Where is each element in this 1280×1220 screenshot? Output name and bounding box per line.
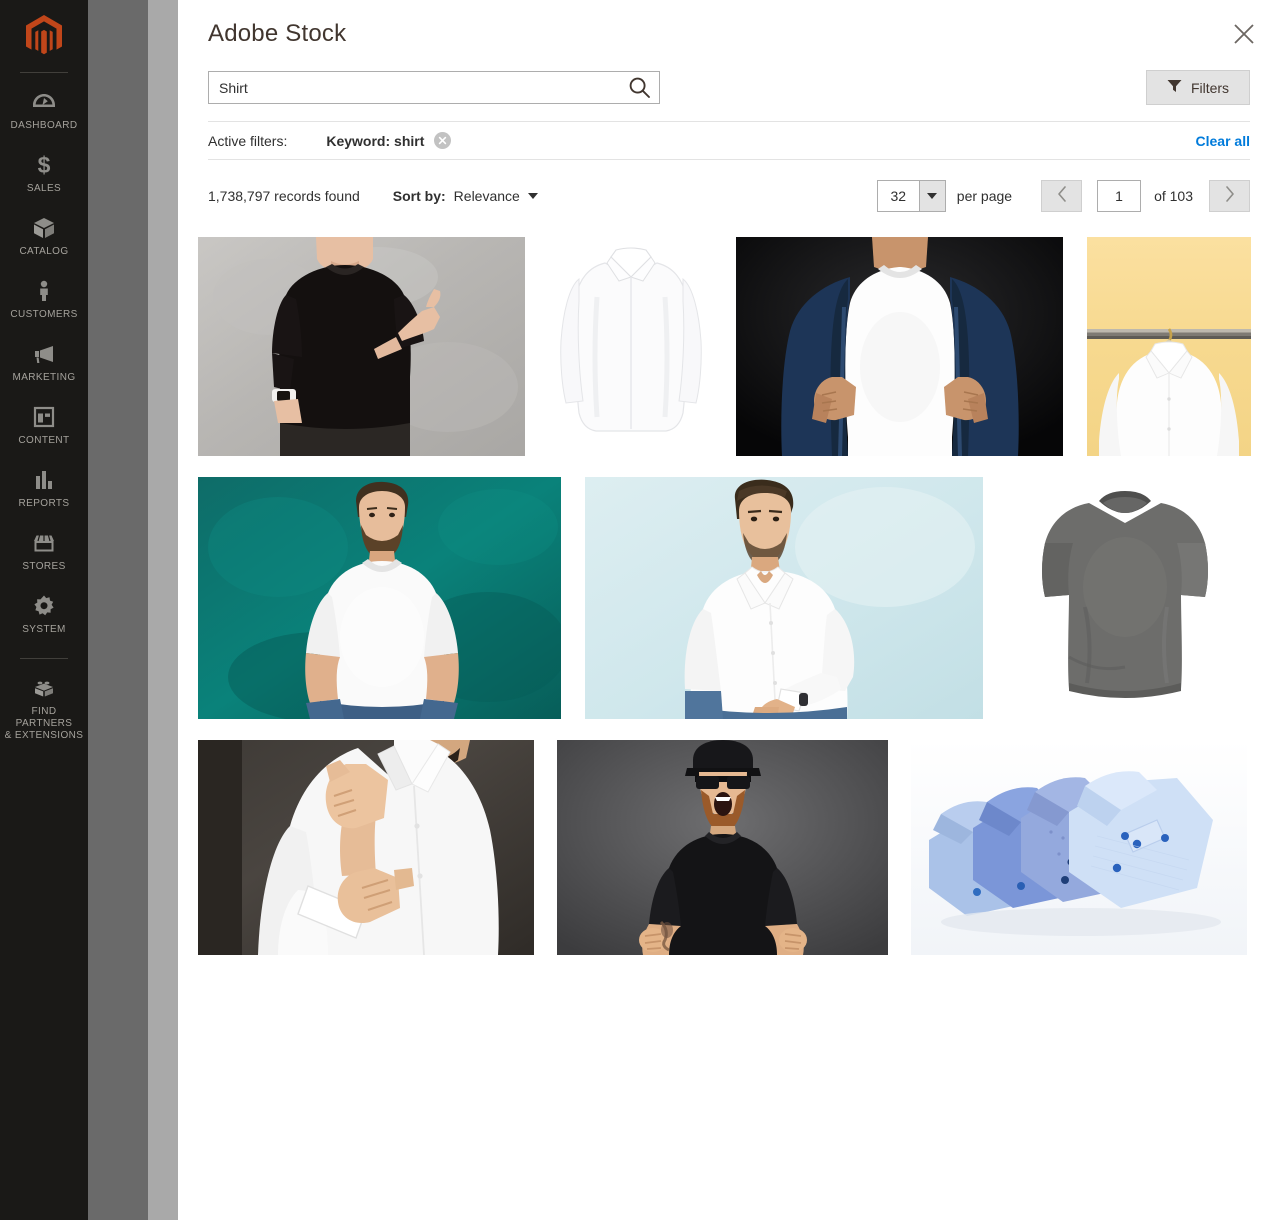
chevron-down-icon xyxy=(918,181,945,211)
next-page-button[interactable] xyxy=(1209,180,1250,212)
records-found-text: 1,738,797 records found xyxy=(208,188,360,204)
page-title: Adobe Stock xyxy=(208,20,347,47)
sidebar-item-label: SYSTEM xyxy=(22,624,66,635)
adobe-stock-modal: Adobe Stock Filters Active filters: Keyw… xyxy=(178,0,1280,1220)
active-filters-label: Active filters: xyxy=(208,132,288,149)
stock-image-result[interactable] xyxy=(549,237,713,456)
modal-backdrop-light xyxy=(148,0,178,1220)
stock-image-result[interactable] xyxy=(1087,237,1251,456)
stock-image-result[interactable] xyxy=(198,477,561,719)
remove-circle-icon[interactable] xyxy=(434,132,452,149)
grid-row xyxy=(178,477,1280,719)
page-number-input[interactable] xyxy=(1097,180,1142,212)
sidebar-item-sales[interactable]: $ SALES xyxy=(0,142,88,205)
sidebar-item-label: MARKETING xyxy=(12,372,76,383)
sidebar-item-marketing[interactable]: MARKETING xyxy=(0,331,88,394)
sidebar-item-find-partners[interactable]: FIND PARTNERS & EXTENSIONS xyxy=(0,665,88,752)
sidebar-divider-bottom xyxy=(20,658,68,659)
magento-logo-icon xyxy=(26,15,62,55)
sidebar-item-label: CATALOG xyxy=(19,246,69,257)
bar-chart-icon xyxy=(31,467,57,493)
sidebar-divider-top xyxy=(20,72,68,73)
per-page-select[interactable]: 32 xyxy=(876,180,946,212)
sidebar-item-catalog[interactable]: CATALOG xyxy=(0,205,88,268)
stock-image-result[interactable] xyxy=(736,237,1063,456)
storefront-icon xyxy=(31,530,57,556)
stock-image-result[interactable] xyxy=(198,237,525,456)
sidebar-item-label: CUSTOMERS xyxy=(10,309,78,320)
search-icon[interactable] xyxy=(619,72,659,103)
sort-by-value: Relevance xyxy=(453,188,520,204)
active-filter-chip: Keyword: shirt xyxy=(326,132,452,149)
sidebar-item-label: SALES xyxy=(26,183,62,194)
pagination-controls: 32 per page of 103 xyxy=(876,180,1250,212)
layout-icon xyxy=(31,404,57,430)
lego-brick-icon xyxy=(31,675,57,701)
sort-by-label: Sort by: xyxy=(392,188,446,204)
dashboard-icon xyxy=(31,89,57,115)
grid-row xyxy=(178,237,1280,456)
search-bar xyxy=(208,71,660,104)
sidebar-item-content[interactable]: CONTENT xyxy=(0,394,88,457)
sidebar-item-label: FIND PARTNERS & EXTENSIONS xyxy=(4,706,84,741)
sidebar-item-label: DASHBOARD xyxy=(10,120,78,131)
stock-image-result[interactable] xyxy=(557,740,888,955)
previous-page-button[interactable] xyxy=(1041,180,1083,212)
funnel-icon xyxy=(1167,79,1182,96)
sidebar-item-stores[interactable]: STORES xyxy=(0,520,88,583)
stock-image-result[interactable] xyxy=(911,740,1247,955)
sidebar-item-label: REPORTS xyxy=(18,498,70,509)
dollar-icon: $ xyxy=(31,152,57,178)
image-results-grid xyxy=(178,237,1280,955)
chevron-right-icon xyxy=(1225,185,1235,207)
filters-button[interactable]: Filters xyxy=(1146,70,1250,105)
sidebar-item-label: STORES xyxy=(22,561,66,572)
magento-logo[interactable] xyxy=(20,12,68,60)
chevron-left-icon xyxy=(1057,185,1067,207)
active-filter-chip-label: Keyword: shirt xyxy=(326,132,425,149)
search-input[interactable] xyxy=(209,72,619,103)
sidebar-item-customers[interactable]: CUSTOMERS xyxy=(0,268,88,331)
admin-sidebar: DASHBOARD $ SALES CATALOG CUSTOMERS MARK… xyxy=(0,0,88,1220)
sidebar-item-label: CONTENT xyxy=(18,435,70,446)
clear-all-link[interactable]: Clear all xyxy=(1196,133,1250,149)
sidebar-item-system[interactable]: SYSTEM xyxy=(0,583,88,646)
stock-image-result[interactable] xyxy=(198,740,534,955)
results-toolbar: 1,738,797 records found Sort by: Relevan… xyxy=(208,175,1250,217)
close-icon[interactable] xyxy=(1229,19,1259,49)
box-icon xyxy=(31,215,57,241)
sidebar-item-dashboard[interactable]: DASHBOARD xyxy=(0,79,88,142)
active-filters-row: Active filters: Keyword: shirt Clear all xyxy=(208,121,1250,160)
per-page-value: 32 xyxy=(877,181,919,211)
total-pages-label: of 103 xyxy=(1154,188,1193,204)
megaphone-icon xyxy=(31,341,57,367)
sidebar-item-reports[interactable]: REPORTS xyxy=(0,457,88,520)
screen-root: DASHBOARD $ SALES CATALOG CUSTOMERS MARK… xyxy=(0,0,1280,1220)
gear-icon xyxy=(31,593,57,619)
modal-backdrop-dark xyxy=(88,0,148,1220)
grid-row xyxy=(178,740,1280,955)
filters-button-label: Filters xyxy=(1190,79,1230,96)
stock-image-result[interactable] xyxy=(585,477,983,719)
sort-by-dropdown[interactable]: Sort by: Relevance xyxy=(393,188,538,204)
person-icon xyxy=(31,278,57,304)
svg-text:$: $ xyxy=(38,152,51,178)
per-page-label: per page xyxy=(956,188,1013,204)
stock-image-result[interactable] xyxy=(1007,477,1243,719)
chevron-down-icon xyxy=(527,193,538,199)
